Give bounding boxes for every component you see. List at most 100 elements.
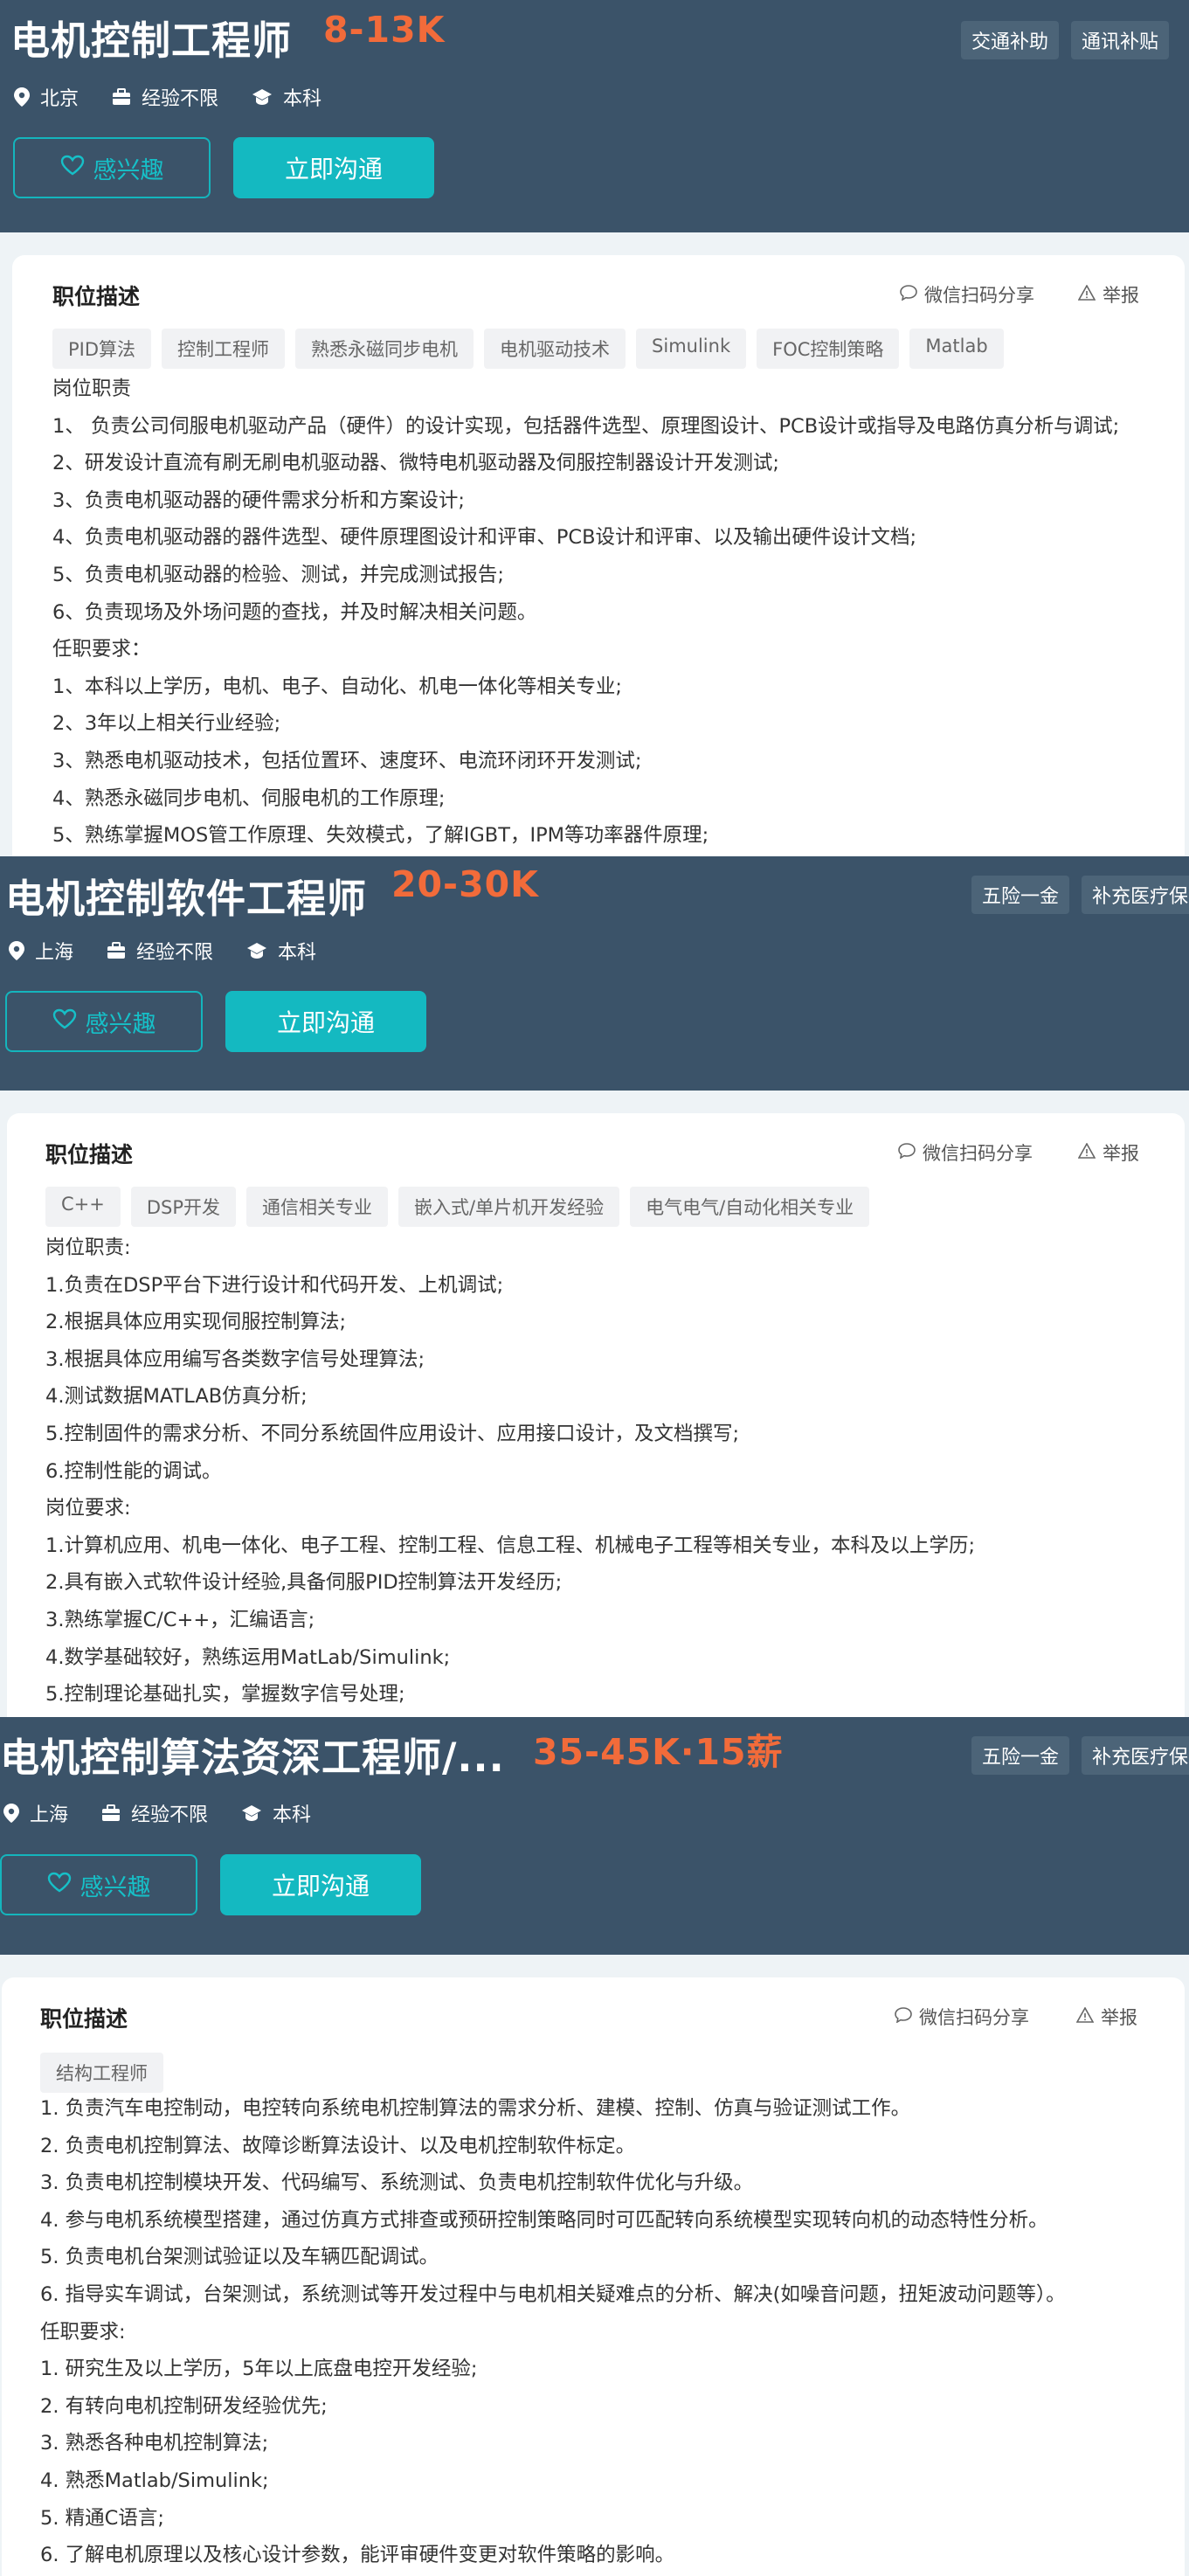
- experience-text: 经验不限: [131, 1804, 209, 1826]
- description-line: 2.具有嵌入式软件设计经验,具备伺服PID控制算法开发经历;: [45, 1571, 563, 1595]
- wechat-share[interactable]: 微信扫码分享: [895, 2004, 1029, 2030]
- education: 本科: [246, 937, 316, 965]
- job-description-card: 职位描述 微信扫码分享 举报 结构工程师 1. 负责汽车电控制动，电控转向系统电…: [2, 1977, 1185, 2576]
- job-header: 电机控制软件工程师 20-30K 五险一金 补充医疗保险 上海 经验不限 本科: [0, 856, 1189, 1091]
- description-line: 5. 负责电机台架测试验证以及车辆匹配调试。: [40, 2246, 439, 2269]
- description-line: 4.测试数据MATLAB仿真分析;: [45, 1385, 308, 1409]
- chat-bubble-icon: [895, 2006, 912, 2027]
- description-line: 1.负责在DSP平台下进行设计和代码开发、上机调试;: [45, 1273, 504, 1297]
- salary: 8-13K: [323, 9, 446, 51]
- job-title: 电机控制软件工程师: [5, 876, 368, 922]
- experience-text: 经验不限: [136, 942, 214, 964]
- warning-triangle-icon: [1077, 1142, 1096, 1163]
- warning-triangle-icon: [1075, 2006, 1095, 2027]
- location: 北京: [14, 83, 79, 111]
- description-line: 4、负责电机驱动器的器件选型、硬件原理图设计和评审、PCB设计和评审、以及输出硬…: [52, 526, 917, 550]
- description-line: 1、 负责公司伺服电机驱动产品（硬件）的设计实现，包括器件选型、原理图设计、PC…: [52, 414, 1120, 438]
- skill-tag: 电气电气/自动化相关专业: [630, 1187, 870, 1227]
- description-line: 1. 负责汽车电控制动，电控转向系统电机控制算法的需求分析、建模、控制、仿真与验…: [40, 2097, 911, 2120]
- experience: 经验不限: [107, 937, 213, 965]
- experience: 经验不限: [112, 83, 218, 111]
- action-buttons: 感兴趣 立即沟通: [5, 991, 426, 1052]
- description-line: 5、熟练掌握MOS管工作原理、失效模式，了解IGBT，IPM等功率器件原理;: [52, 824, 709, 848]
- report-link[interactable]: 举报: [1077, 1139, 1139, 1166]
- chat-bubble-icon: [900, 284, 917, 305]
- job-header: 电机控制算法资深工程师/... 35-45K·15薪 五险一金 补充医疗保险 上…: [0, 1717, 1189, 1955]
- interested-button[interactable]: 感兴趣: [13, 137, 211, 198]
- description-line: 4. 参与电机系统模型搭建，通过仿真方式排查或预研控制策略同时可匹配转向系统模型…: [40, 2208, 1048, 2232]
- benefit-tags: 五险一金 补充医疗保险: [971, 876, 1189, 914]
- benefit-tag: 五险一金: [971, 876, 1070, 914]
- title-row: 电机控制软件工程师 20-30K 五险一金 补充医疗保险: [0, 856, 1189, 930]
- title-row: 电机控制算法资深工程师/... 35-45K·15薪 五险一金 补充医疗保险: [0, 1717, 1189, 1790]
- heart-icon: [52, 1008, 77, 1035]
- city: 上海: [35, 942, 74, 964]
- share-label: 微信扫码分享: [919, 2007, 1029, 2028]
- job-description-card: 职位描述 微信扫码分享 举报 PID算法 控制工程师 熟悉永磁同步电机 电机驱动…: [12, 255, 1185, 856]
- interested-button[interactable]: 感兴趣: [5, 991, 203, 1052]
- skill-tag: FOC控制策略: [757, 329, 900, 369]
- share-label: 微信扫码分享: [923, 1143, 1033, 1164]
- description-line: 1.计算机应用、机电一体化、电子工程、控制工程、信息工程、机械电子工程等相关专业…: [45, 1534, 976, 1557]
- education: 本科: [252, 83, 321, 111]
- description-line: 1. 研究生及以上学历，5年以上底盘电控开发经验;: [40, 2358, 478, 2381]
- benefit-tag: 补充医疗保险: [1082, 876, 1189, 914]
- job-section-1: 电机控制工程师 8-13K 交通补助 通讯补贴 北京 经验不限 本科 感兴趣 立…: [0, 0, 1189, 856]
- title-row: 电机控制工程师 8-13K 交通补助 通讯补贴: [0, 0, 1189, 73]
- job-meta: 北京 经验不限 本科: [14, 83, 321, 111]
- warning-triangle-icon: [1077, 284, 1096, 305]
- job-title: 电机控制算法资深工程师/...: [0, 1735, 505, 1781]
- benefit-tag: 通讯补贴: [1071, 21, 1170, 59]
- salary: 35-45K·15薪: [533, 1731, 784, 1773]
- job-meta: 上海 经验不限 本科: [3, 1799, 311, 1827]
- location-pin-icon: [14, 87, 30, 107]
- skill-tag: Simulink: [636, 329, 747, 369]
- report-label: 举报: [1103, 1143, 1139, 1164]
- interested-button[interactable]: 感兴趣: [0, 1854, 197, 1915]
- description-line: 2、3年以上相关行业经验;: [52, 712, 281, 736]
- chat-now-button[interactable]: 立即沟通: [220, 1854, 421, 1915]
- share-label: 微信扫码分享: [924, 285, 1034, 306]
- interested-label: 感兴趣: [85, 1010, 156, 1038]
- job-title: 电机控制工程师: [10, 17, 293, 64]
- description-title: 职位描述: [52, 284, 141, 309]
- description-line: 3.根据具体应用编写各类数字信号处理算法;: [45, 1347, 425, 1371]
- briefcase-icon: [112, 88, 131, 106]
- description-line: 2、研发设计直流有刷无刷电机驱动器、微特电机驱动器及伺服控制器设计开发测试;: [52, 452, 779, 475]
- description-text: 1. 负责汽车电控制动，电控转向系统电机控制算法的需求分析、建模、控制、仿真与验…: [40, 2090, 1167, 2574]
- chat-now-button[interactable]: 立即沟通: [225, 991, 426, 1052]
- report-link[interactable]: 举报: [1075, 2004, 1137, 2030]
- description-title: 职位描述: [45, 1142, 134, 1167]
- education-text: 本科: [283, 88, 322, 110]
- experience: 经验不限: [101, 1799, 208, 1827]
- briefcase-icon: [101, 1804, 121, 1822]
- education-text: 本科: [273, 1804, 312, 1826]
- skill-tag: DSP开发: [130, 1187, 237, 1227]
- description-line: 5. 精通C语言;: [40, 2506, 164, 2530]
- description-line: 2. 负责电机控制算法、故障诊断算法设计、以及电机控制软件标定。: [40, 2134, 636, 2157]
- wechat-share[interactable]: 微信扫码分享: [900, 281, 1034, 308]
- skill-tags: C++ DSP开发 通信相关专业 嵌入式/单片机开发经验 电气电气/自动化相关专…: [45, 1187, 870, 1227]
- city: 北京: [40, 88, 79, 110]
- skill-tag: 控制工程师: [162, 329, 286, 369]
- experience-text: 经验不限: [142, 88, 219, 110]
- wechat-share[interactable]: 微信扫码分享: [898, 1139, 1033, 1166]
- description-line: 1、本科以上学历，电机、电子、自动化、机电一体化等相关专业;: [52, 675, 622, 698]
- skill-tag: PID算法: [52, 329, 152, 369]
- location: 上海: [3, 1799, 68, 1827]
- description-line: 5、负责电机驱动器的检验、测试，并完成测试报告;: [52, 563, 504, 586]
- briefcase-icon: [107, 942, 126, 959]
- city: 上海: [30, 1804, 69, 1826]
- skill-tag: 结构工程师: [40, 2053, 163, 2093]
- education-text: 本科: [278, 942, 317, 964]
- description-line: 2. 有转向电机控制研发经验优先;: [40, 2394, 328, 2418]
- skill-tag: 电机驱动技术: [484, 329, 626, 369]
- description-line: 6. 了解电机原理以及核心设计参数，能评审硬件变更对软件策略的影响。: [40, 2544, 675, 2567]
- skill-tag: 通信相关专业: [246, 1187, 389, 1227]
- salary: 20-30K: [391, 863, 539, 905]
- job-section-3: 电机控制算法资深工程师/... 35-45K·15薪 五险一金 补充医疗保险 上…: [0, 1717, 1189, 2576]
- description-title: 职位描述: [40, 2006, 128, 2032]
- report-link[interactable]: 举报: [1077, 281, 1139, 308]
- chat-now-button[interactable]: 立即沟通: [233, 137, 434, 198]
- benefit-tags: 五险一金 补充医疗保险: [971, 1736, 1189, 1775]
